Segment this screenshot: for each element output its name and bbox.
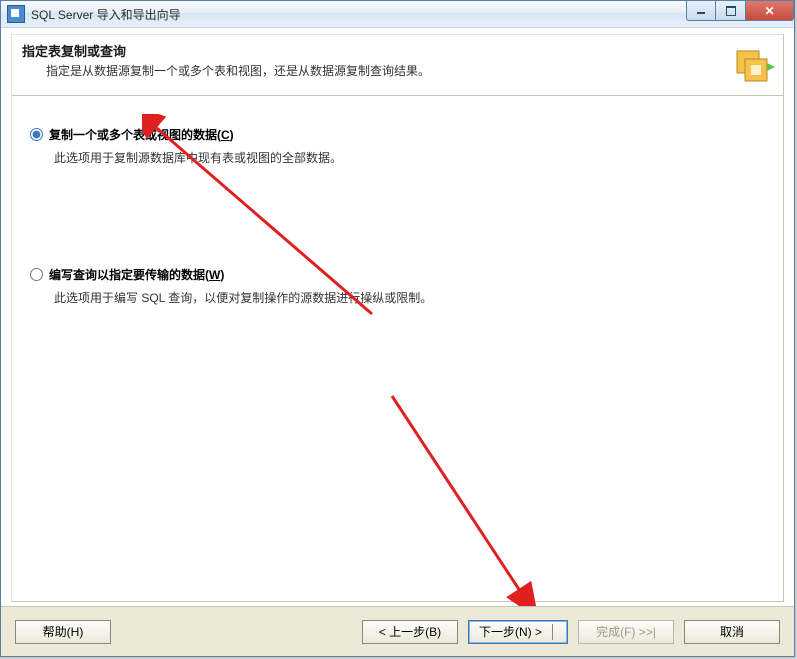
option-write-query-radio[interactable]: 编写查询以指定要传输的数据(W) bbox=[30, 266, 765, 283]
query-hotkey: W bbox=[209, 268, 220, 282]
body-panel: 复制一个或多个表或视图的数据(C) 此选项用于复制源数据库中现有表或视图的全部数… bbox=[11, 96, 784, 602]
query-label-suffix: ) bbox=[220, 268, 224, 282]
next-button[interactable]: 下一步(N) > bbox=[468, 620, 568, 644]
copy-hotkey: C bbox=[221, 128, 230, 142]
page-title: 指定表复制或查询 bbox=[22, 41, 773, 60]
annotation-arrow-bottom bbox=[382, 386, 582, 606]
next-button-label: 下一步(N) > bbox=[479, 623, 542, 640]
back-button[interactable]: < 上一步(B) bbox=[362, 620, 458, 644]
page-description: 指定是从数据源复制一个或多个表和视图，还是从数据源复制查询结果。 bbox=[46, 62, 773, 79]
finish-button: 完成(F) >>| bbox=[578, 620, 674, 644]
help-button[interactable]: 帮助(H) bbox=[15, 620, 111, 644]
window-controls: ✕ bbox=[686, 1, 794, 21]
copy-label-prefix: 复制一个或多个表或视图的数据( bbox=[49, 128, 221, 142]
cancel-button[interactable]: 取消 bbox=[684, 620, 780, 644]
header-panel: 指定表复制或查询 指定是从数据源复制一个或多个表和视图，还是从数据源复制查询结果… bbox=[11, 34, 784, 96]
title-bar[interactable]: SQL Server 导入和导出向导 ✕ bbox=[1, 1, 794, 28]
copy-description: 此选项用于复制源数据库中现有表或视图的全部数据。 bbox=[54, 149, 765, 166]
query-description: 此选项用于编写 SQL 查询，以便对复制操作的源数据进行操纵或限制。 bbox=[54, 289, 765, 306]
footer: 帮助(H) < 上一步(B) 下一步(N) > 完成(F) >>| 取消 bbox=[1, 606, 794, 656]
close-button[interactable]: ✕ bbox=[746, 1, 794, 21]
copy-label: 复制一个或多个表或视图的数据(C) bbox=[49, 126, 234, 143]
option-copy-tables: 复制一个或多个表或视图的数据(C) 此选项用于复制源数据库中现有表或视图的全部数… bbox=[30, 126, 765, 166]
minimize-button[interactable] bbox=[686, 1, 716, 21]
next-button-separator bbox=[552, 624, 553, 640]
window-title: SQL Server 导入和导出向导 bbox=[31, 6, 686, 23]
app-icon bbox=[7, 5, 25, 23]
wizard-window: SQL Server 导入和导出向导 ✕ 指定表复制或查询 指定是从数据源复制一… bbox=[0, 0, 795, 657]
query-label: 编写查询以指定要传输的数据(W) bbox=[49, 266, 224, 283]
query-label-prefix: 编写查询以指定要传输的数据( bbox=[49, 268, 209, 282]
maximize-button[interactable] bbox=[716, 1, 746, 21]
copy-radio-input[interactable] bbox=[30, 128, 43, 141]
copy-label-suffix: ) bbox=[230, 128, 234, 142]
wizard-icon bbox=[731, 45, 775, 89]
option-write-query: 编写查询以指定要传输的数据(W) 此选项用于编写 SQL 查询，以便对复制操作的… bbox=[30, 266, 765, 306]
query-radio-input[interactable] bbox=[30, 268, 43, 281]
option-copy-tables-radio[interactable]: 复制一个或多个表或视图的数据(C) bbox=[30, 126, 765, 143]
